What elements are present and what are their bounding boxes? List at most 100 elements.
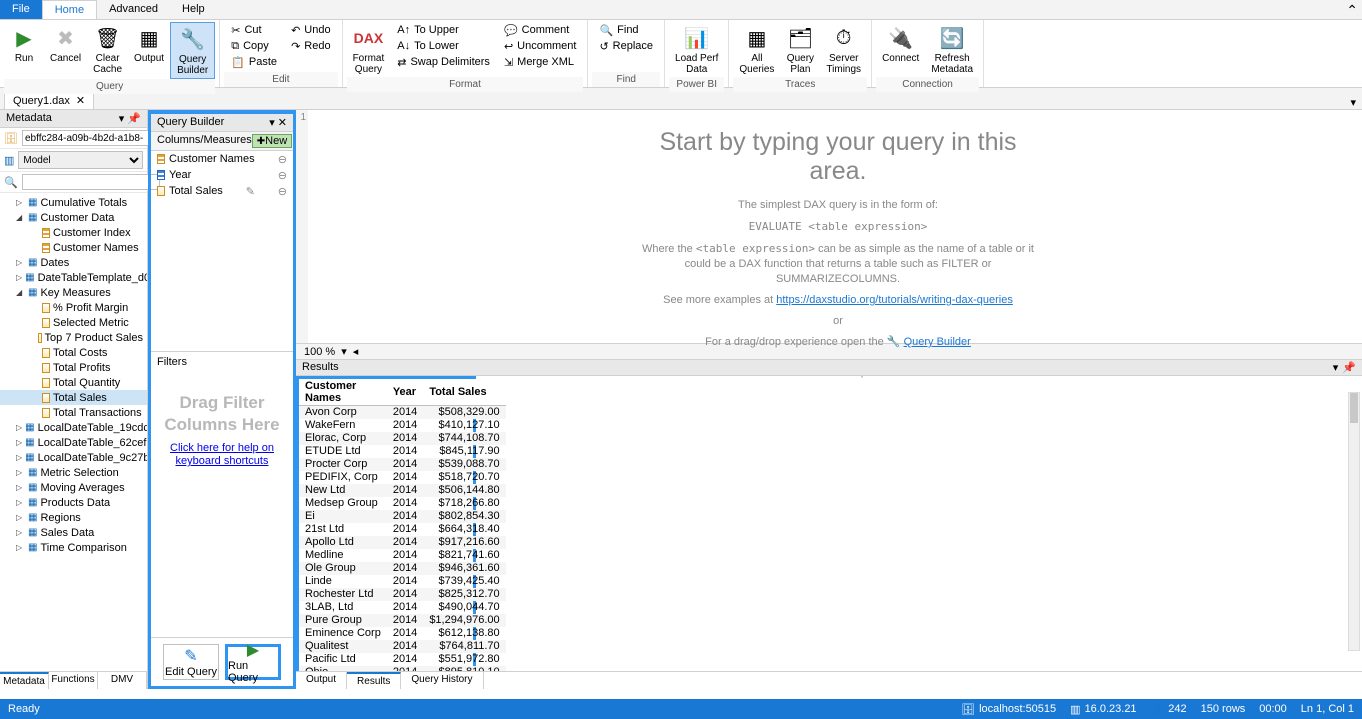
tree-node-table[interactable]: ▷▦Metric Selection: [0, 465, 147, 480]
remove-icon[interactable]: ⊖: [278, 169, 287, 182]
close-icon[interactable]: ✕: [278, 117, 287, 129]
cancel-button[interactable]: ✖Cancel: [44, 22, 87, 66]
server-timings-button[interactable]: ⏱Server Timings: [820, 22, 867, 77]
remove-icon[interactable]: ⊖: [278, 153, 287, 166]
keyboard-help-link[interactable]: Click here for help on keyboard shortcut…: [170, 442, 274, 467]
tree-node-field[interactable]: Top 7 Product Sales: [0, 330, 147, 345]
dropdown-icon[interactable]: ▾: [1350, 96, 1356, 109]
pin-icon[interactable]: 📌: [1342, 361, 1356, 374]
column-header[interactable]: Year: [387, 379, 423, 406]
tree-node-table[interactable]: ▷▦DateTableTemplate_d095fb: [0, 270, 147, 285]
connection-input[interactable]: [22, 130, 160, 146]
model-select[interactable]: Model: [18, 151, 143, 169]
table-row[interactable]: Ohio2014$895,810.10: [299, 666, 506, 672]
metadata-tree[interactable]: ▷▦Cumulative Totals◢▦Customer DataCustom…: [0, 193, 147, 671]
to-lower-button[interactable]: A↓To Lower: [394, 38, 493, 54]
tree-node-table[interactable]: ▷▦LocalDateTable_62cef255-0: [0, 435, 147, 450]
format-query-button[interactable]: DAXFormat Query: [347, 22, 391, 77]
query-builder-button[interactable]: 🔧Query Builder: [170, 22, 215, 79]
qb-item[interactable]: Customer Names⊖: [151, 151, 293, 167]
table-row[interactable]: Medsep Group2014$718,266.80: [299, 497, 506, 510]
run-button[interactable]: ▶Run: [4, 22, 44, 66]
tree-node-table[interactable]: ▷▦Sales Data: [0, 525, 147, 540]
tree-node-field[interactable]: Total Profits: [0, 360, 147, 375]
merge-xml-button[interactable]: ⇲Merge XML: [501, 54, 580, 70]
new-button[interactable]: ✚New: [252, 134, 292, 148]
tree-node-field[interactable]: Customer Names: [0, 240, 147, 255]
table-row[interactable]: 3LAB, Ltd2014$490,044.70: [299, 601, 506, 614]
table-row[interactable]: Pure Group2014$1,294,976.00: [299, 614, 506, 627]
menu-file[interactable]: File: [0, 0, 42, 19]
connect-button[interactable]: 🔌Connect: [876, 22, 925, 66]
table-row[interactable]: Procter Corp2014$539,088.70: [299, 458, 506, 471]
output-button[interactable]: ▦Output: [128, 22, 170, 66]
comment-button[interactable]: 💬Comment: [501, 22, 580, 38]
tree-node-table[interactable]: ▷▦LocalDateTable_19cdc2e1-: [0, 420, 147, 435]
query-plan-button[interactable]: 🗂Query Plan: [780, 22, 820, 77]
tree-node-table[interactable]: ▷▦Cumulative Totals: [0, 195, 147, 210]
menu-help[interactable]: Help: [170, 0, 217, 19]
tab-dmv[interactable]: DMV: [98, 672, 147, 689]
table-row[interactable]: Qualitest2014$764,811.70: [299, 640, 506, 653]
query-builder-link[interactable]: Query Builder: [904, 336, 971, 348]
table-row[interactable]: ETUDE Ltd2014$845,117.90: [299, 445, 506, 458]
tree-node-table[interactable]: ▷▦LocalDateTable_9c27bc84-: [0, 450, 147, 465]
tree-node-field[interactable]: Customer Index: [0, 225, 147, 240]
to-upper-button[interactable]: A↑To Upper: [394, 22, 493, 38]
tab-functions[interactable]: Functions: [49, 672, 98, 689]
cut-button[interactable]: ✂Cut: [228, 22, 280, 38]
tree-node-field[interactable]: Total Sales: [0, 390, 147, 405]
table-row[interactable]: 21st Ltd2014$664,318.40: [299, 523, 506, 536]
swap-delim-button[interactable]: ⇄Swap Delimiters: [394, 54, 493, 70]
tree-node-table[interactable]: ▷▦Regions: [0, 510, 147, 525]
tree-node-table[interactable]: ▷▦Products Data: [0, 495, 147, 510]
zoom-dropdown-icon[interactable]: ▾: [341, 345, 347, 358]
tutorial-link[interactable]: https://daxstudio.org/tutorials/writing-…: [776, 294, 1013, 306]
uncomment-button[interactable]: ↩Uncomment: [501, 38, 580, 54]
run-query-button[interactable]: ▶Run Query: [225, 644, 281, 680]
edit-icon[interactable]: ✎: [246, 185, 255, 198]
remove-icon[interactable]: ⊖: [278, 185, 287, 198]
results-scrollbar[interactable]: [1348, 392, 1360, 651]
table-row[interactable]: Elorac, Corp2014$744,108.70: [299, 432, 506, 445]
copy-button[interactable]: ⧉Copy: [228, 38, 280, 54]
table-row[interactable]: Medline2014$821,741.60: [299, 549, 506, 562]
tree-node-field[interactable]: Selected Metric: [0, 315, 147, 330]
menu-advanced[interactable]: Advanced: [97, 0, 170, 19]
tree-node-field[interactable]: Total Costs: [0, 345, 147, 360]
undo-button[interactable]: ↶Undo: [288, 22, 334, 38]
editor[interactable]: 1 Start by typing your query in this are…: [296, 110, 1362, 343]
clear-cache-button[interactable]: 🗑Clear Cache: [87, 22, 128, 77]
column-header[interactable]: Total Sales: [423, 379, 505, 406]
tree-node-table[interactable]: ▷▦Dates: [0, 255, 147, 270]
menu-home[interactable]: Home: [42, 0, 97, 19]
qb-item[interactable]: Year⊖: [151, 167, 293, 183]
scroll-left-icon[interactable]: ◂: [353, 345, 359, 358]
table-row[interactable]: WakeFern2014$410,127.10: [299, 419, 506, 432]
dropdown-icon[interactable]: ▾: [1333, 361, 1339, 374]
results-table[interactable]: Customer NamesYearTotal SalesAvon Corp20…: [299, 379, 506, 671]
tab-query-history[interactable]: Query History: [401, 672, 483, 689]
column-header[interactable]: Customer Names: [299, 379, 387, 406]
tree-node-field[interactable]: Total Quantity: [0, 375, 147, 390]
tree-node-table[interactable]: ◢▦Key Measures: [0, 285, 147, 300]
load-perf-button[interactable]: 📊Load Perf Data: [669, 22, 724, 77]
close-icon[interactable]: ✕: [76, 94, 85, 107]
table-row[interactable]: Eminence Corp2014$612,138.80: [299, 627, 506, 640]
table-row[interactable]: Ei2014$802,854.30: [299, 510, 506, 523]
find-button[interactable]: 🔍Find: [596, 22, 656, 38]
tree-node-field[interactable]: Total Transactions: [0, 405, 147, 420]
qb-item[interactable]: Total Sales✎⊖: [151, 183, 293, 199]
table-row[interactable]: Avon Corp2014$508,329.00: [299, 406, 506, 419]
table-row[interactable]: Ole Group2014$946,361.60: [299, 562, 506, 575]
table-row[interactable]: PEDIFIX, Corp2014$518,720.70: [299, 471, 506, 484]
all-queries-button[interactable]: ▦All Queries: [733, 22, 780, 77]
edit-query-button[interactable]: ✎Edit Query: [163, 644, 219, 680]
redo-button[interactable]: ↷Redo: [288, 38, 334, 54]
tab-results[interactable]: Results: [347, 672, 401, 689]
tree-node-table[interactable]: ◢▦Customer Data: [0, 210, 147, 225]
table-row[interactable]: Apollo Ltd2014$917,216.60: [299, 536, 506, 549]
tab-output[interactable]: Output: [296, 672, 347, 689]
dropdown-icon[interactable]: ▾: [269, 117, 275, 129]
table-row[interactable]: New Ltd2014$506,144.80: [299, 484, 506, 497]
